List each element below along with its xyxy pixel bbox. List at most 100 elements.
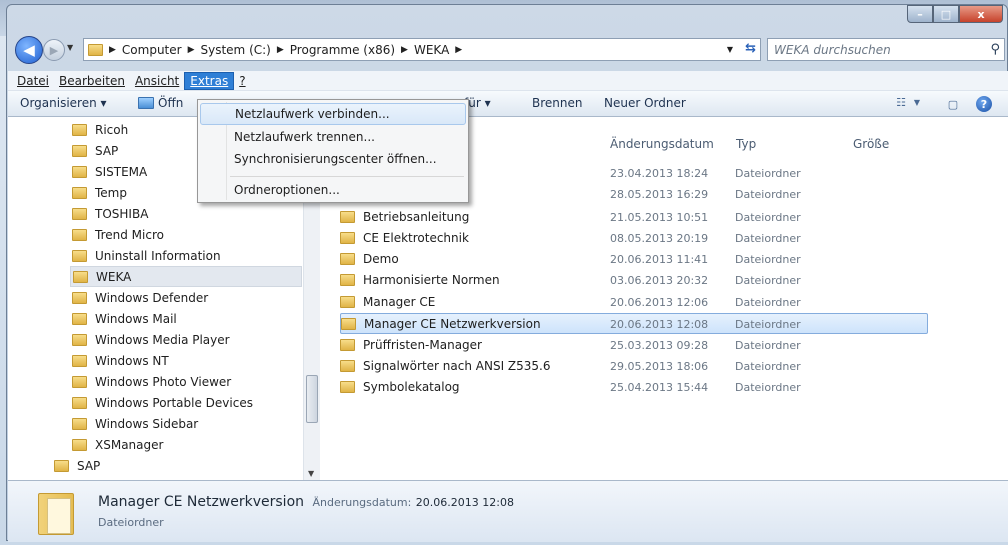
menu-item-folder-options[interactable]: Ordneroptionen... xyxy=(200,179,466,201)
help-icon[interactable]: ? xyxy=(976,96,992,112)
tree-item[interactable]: Windows Sidebar xyxy=(72,413,198,434)
details-date-label: Änderungsdatum: xyxy=(312,496,412,509)
tree-item-label: Windows Media Player xyxy=(95,332,230,347)
menu-extras[interactable]: Extras xyxy=(184,71,235,90)
folder-icon xyxy=(88,43,103,56)
chevron-right-icon[interactable]: ▶ xyxy=(109,45,116,55)
tree-item[interactable]: Ricoh xyxy=(72,119,128,140)
refresh-icon[interactable]: ⇆ xyxy=(745,41,756,56)
tree-item[interactable]: Windows Photo Viewer xyxy=(72,371,231,392)
column-header-date[interactable]: Änderungsdatum xyxy=(610,137,714,151)
address-bar[interactable]: ▶ Computer ▶ System (C:) ▶ Programme (x8… xyxy=(83,38,761,61)
chevron-right-icon[interactable]: ▶ xyxy=(277,45,284,55)
view-options: ☷ ▼ xyxy=(892,94,922,110)
menu-item-sync-center[interactable]: Synchronisierungscenter öffnen... xyxy=(200,148,466,170)
tree-item[interactable]: Windows Defender xyxy=(72,287,208,308)
scroll-down-arrow-icon[interactable]: ▼ xyxy=(308,469,314,478)
tree-item-label: WEKA xyxy=(96,269,132,284)
tree-item-selected[interactable]: WEKA xyxy=(70,266,302,287)
menu-datei[interactable]: Datei xyxy=(12,73,54,89)
new-folder-button[interactable]: Neuer Ordner xyxy=(604,96,686,110)
menu-ansicht[interactable]: Ansicht xyxy=(130,73,184,89)
close-button[interactable]: x xyxy=(959,5,1003,23)
breadcrumb-programme[interactable]: Programme (x86) xyxy=(290,43,395,57)
column-header-size[interactable]: Größe xyxy=(853,137,889,151)
search-input[interactable] xyxy=(774,42,974,57)
menu-item-disconnect-network-drive[interactable]: Netzlaufwerk trennen... xyxy=(200,126,466,148)
folder-icon xyxy=(72,207,87,220)
tree-item[interactable]: Windows Media Player xyxy=(72,329,230,350)
caption-buttons: – □ x xyxy=(907,5,1003,23)
folder-icon xyxy=(340,296,355,308)
tree-item[interactable]: SAP xyxy=(54,455,100,476)
chevron-right-icon[interactable]: ▶ xyxy=(455,45,462,55)
row-name: Manager CE Netzwerkversion xyxy=(341,317,541,331)
burn-button[interactable]: Brennen xyxy=(532,96,582,110)
extras-menu-dropdown: Netzlaufwerk verbinden... Netzlaufwerk t… xyxy=(197,99,469,203)
minimize-button[interactable]: – xyxy=(907,5,933,23)
forward-button[interactable]: ▶ xyxy=(43,39,65,61)
arrow-left-icon: ◀ xyxy=(23,41,35,59)
details-pane: Manager CE Netzwerkversion Änderungsdatu… xyxy=(8,480,1008,542)
table-row[interactable]: CE Elektrotechnik 08.05.2013 20:19 Dateior… xyxy=(340,228,928,249)
open-button[interactable]: Öffn xyxy=(138,96,183,110)
tree-item-label: Windows Mail xyxy=(95,311,177,326)
folder-icon xyxy=(72,396,87,409)
tree-item[interactable]: Windows Mail xyxy=(72,308,177,329)
menu-item-map-network-drive[interactable]: Netzlaufwerk verbinden... xyxy=(200,103,466,125)
table-row[interactable]: Symbolekatalog 25.04.2013 15:44 Dateiordne… xyxy=(340,377,928,398)
chevron-right-icon[interactable]: ▶ xyxy=(188,45,195,55)
organize-button[interactable]: Organisieren ▾ xyxy=(20,96,107,110)
tree-item[interactable]: TOSHIBA xyxy=(72,203,148,224)
row-date: 29.05.2013 18:06 xyxy=(610,360,709,373)
breadcrumb-computer[interactable]: Computer xyxy=(122,43,182,57)
table-row[interactable]: Prüffristen-Manager 25.03.2013 09:28 Datei… xyxy=(340,335,928,356)
folder-icon xyxy=(340,211,355,223)
tree-item[interactable]: Uninstall Information xyxy=(72,245,221,266)
table-row[interactable]: Signalwörter nach ANSI Z535.6 29.05.2013 … xyxy=(340,356,928,377)
table-row[interactable]: Harmonisierte Normen 03.06.2013 20:32 Date… xyxy=(340,270,928,291)
tree-item-label: Uninstall Information xyxy=(95,248,221,263)
table-row-selected[interactable]: Manager CE Netzwerkversion 20.06.2013 12:… xyxy=(340,313,928,334)
table-row[interactable]: Manager CE 20.06.2013 12:06 Dateiordner xyxy=(340,292,928,313)
row-name-label: Manager CE Netzwerkversion xyxy=(364,317,541,331)
tree-item[interactable]: Windows Portable Devices xyxy=(72,392,253,413)
table-row[interactable]: Betriebsanleitung 21.05.2013 10:51 Dateior… xyxy=(340,207,928,228)
tree-item[interactable]: SISTEMA xyxy=(72,161,147,182)
back-button[interactable]: ◀ xyxy=(15,36,43,64)
column-header-type[interactable]: Typ xyxy=(736,137,756,151)
row-date: 08.05.2013 20:19 xyxy=(610,232,709,245)
preview-pane-icon[interactable]: ▢ xyxy=(944,96,962,112)
chevron-right-icon[interactable]: ▶ xyxy=(401,45,408,55)
folder-icon xyxy=(340,381,355,393)
row-date: 21.05.2013 10:51 xyxy=(610,211,709,224)
table-row[interactable]: Demo 20.06.2013 11:41 Dateiordner xyxy=(340,249,928,270)
tree-item[interactable]: Windows NT xyxy=(72,350,169,371)
folder-icon xyxy=(72,249,87,262)
menu-bearbeiten[interactable]: Bearbeiten xyxy=(54,73,130,89)
row-date: 23.04.2013 18:24 xyxy=(610,167,709,180)
chevron-down-icon[interactable]: ▼ xyxy=(912,94,922,110)
tree-item[interactable]: XSManager xyxy=(72,434,163,455)
recent-pages-dropdown[interactable]: ▼ xyxy=(67,43,73,52)
row-date: 20.06.2013 12:08 xyxy=(610,318,709,331)
tree-item-label: Trend Micro xyxy=(95,227,164,242)
breadcrumb-weka[interactable]: WEKA xyxy=(414,43,449,57)
row-type: Dateiordner xyxy=(735,381,801,394)
menu-help[interactable]: ? xyxy=(234,73,250,89)
row-name-label: Manager CE xyxy=(363,295,436,309)
row-type: Dateiordner xyxy=(735,318,801,331)
details-title: Manager CE Netzwerkversion Änderungsdatu… xyxy=(98,494,514,510)
search-icon[interactable]: ⚲ xyxy=(990,42,1000,57)
menu-bar: Datei Bearbeiten Ansicht Extras ? xyxy=(8,71,1008,91)
row-name-label: Demo xyxy=(363,252,399,266)
view-list-icon[interactable]: ☷ xyxy=(892,94,910,110)
tree-item[interactable]: SAP xyxy=(72,140,118,161)
address-dropdown-icon[interactable]: ▼ xyxy=(727,45,733,54)
scrollbar-thumb[interactable] xyxy=(306,375,318,423)
maximize-button[interactable]: □ xyxy=(933,5,959,23)
tree-item[interactable]: Temp xyxy=(72,182,127,203)
row-name-label: CE Elektrotechnik xyxy=(363,231,469,245)
breadcrumb-system[interactable]: System (C:) xyxy=(201,43,271,57)
tree-item[interactable]: Trend Micro xyxy=(72,224,164,245)
